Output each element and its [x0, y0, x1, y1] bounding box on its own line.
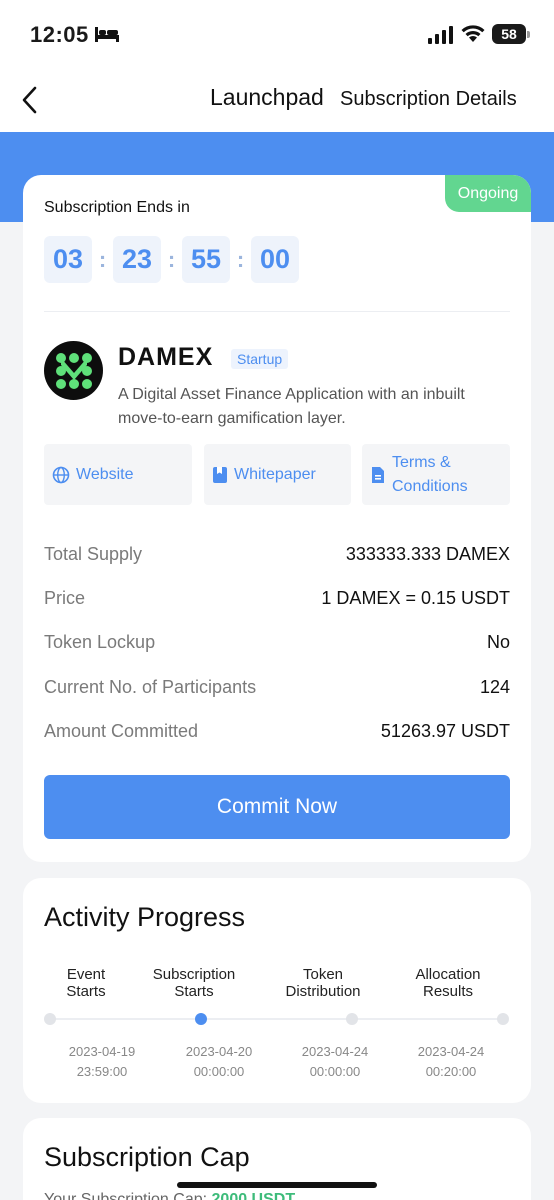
step-time: 00:00:00	[309, 1064, 361, 1079]
whitepaper-button[interactable]: Whitepaper	[204, 444, 351, 505]
countdown-days: 03	[44, 236, 92, 283]
step-datetime: 2023-04-20 00:00:00	[159, 1042, 279, 1082]
detail-value: 1 DAMEX = 0.15 USDT	[321, 588, 510, 608]
detail-value: No	[486, 632, 510, 652]
step-time: 23:59:00	[76, 1064, 128, 1079]
step-event-starts: Event Starts	[26, 966, 146, 1000]
detail-value: 333333.333 DAMEX	[345, 544, 510, 564]
chevron-left-icon	[22, 86, 37, 114]
damex-logo-icon	[55, 352, 92, 389]
countdown-hours: 23	[113, 236, 161, 283]
timeline-dot	[346, 1013, 358, 1025]
subscription-cap-line: Your Subscription Cap: 2000 USDT	[44, 1191, 295, 1200]
cap-label: Your Subscription Cap:	[44, 1191, 208, 1200]
activity-progress-card: Activity Progress Event Starts Subscript…	[23, 878, 531, 1103]
activity-progress-title: Activity Progress	[44, 902, 246, 932]
page-title: Subscription Details	[340, 88, 517, 110]
detail-row-total-supply: Total Supply 333333.333 DAMEX	[44, 544, 510, 565]
step-label-line2: Distribution	[285, 983, 361, 1000]
globe-icon	[52, 466, 70, 483]
subscription-card: Ongoing Subscription Ends in 03 : 23 : 5…	[23, 175, 531, 862]
step-label-line1: Event	[66, 966, 106, 983]
step-time: 00:20:00	[425, 1064, 477, 1079]
countdown-timer: 03 : 23 : 55 : 00	[44, 236, 299, 283]
battery-level-text: 58	[501, 26, 517, 42]
home-indicator[interactable]	[177, 1182, 377, 1188]
terms-button[interactable]: Terms & Conditions	[362, 444, 510, 505]
countdown-separator: :	[236, 246, 245, 272]
countdown-separator: :	[167, 246, 176, 272]
divider	[44, 311, 510, 312]
project-description: A Digital Asset Finance Application with…	[118, 386, 465, 427]
detail-row-participants: Current No. of Participants 124	[44, 677, 510, 698]
website-label: Website	[76, 465, 134, 483]
signal-icon	[428, 26, 453, 44]
detail-row-amount-committed: Amount Committed 51263.97 USDT	[44, 721, 510, 742]
step-label-line1: Token	[302, 966, 344, 983]
status-badge: Ongoing	[445, 175, 531, 212]
countdown-minutes: 55	[182, 236, 230, 283]
document-icon	[372, 466, 384, 483]
detail-row-price: Price 1 DAMEX = 0.15 USDT	[44, 588, 510, 609]
status-bar: 12:05 58	[0, 0, 554, 62]
step-label-line2: Starts	[174, 983, 214, 1000]
detail-label: Current No. of Participants	[44, 677, 257, 697]
nav-bar: Launchpad Subscription Details	[0, 62, 554, 132]
step-date: 2023-04-24	[301, 1044, 369, 1059]
step-date: 2023-04-20	[185, 1044, 253, 1059]
project-name: DAMEX	[118, 343, 214, 371]
step-datetime: 2023-04-24 00:00:00	[275, 1042, 395, 1082]
step-subscription-starts: Subscription Starts	[134, 966, 254, 1000]
countdown-separator: :	[98, 246, 107, 272]
book-icon	[213, 466, 227, 483]
timeline-line	[50, 1018, 504, 1020]
step-time: 00:00:00	[193, 1064, 245, 1079]
status-time: 12:05	[30, 22, 89, 47]
countdown-label: Subscription Ends in	[44, 199, 190, 216]
step-datetime: 2023-04-24 00:20:00	[391, 1042, 511, 1082]
subscription-cap-title: Subscription Cap	[44, 1142, 250, 1172]
project-logo	[44, 341, 103, 400]
wifi-icon	[461, 25, 485, 42]
countdown-seconds: 00	[251, 236, 299, 283]
back-button[interactable]	[12, 82, 48, 118]
detail-label: Amount Committed	[44, 721, 199, 741]
timeline-dot	[44, 1013, 56, 1025]
detail-value: 51263.97 USDT	[380, 721, 510, 741]
step-label-line2: Results	[422, 983, 474, 1000]
step-token-distribution: Token Distribution	[263, 966, 383, 1000]
detail-row-token-lockup: Token Lockup No	[44, 632, 510, 653]
step-label-line2: Starts	[66, 983, 106, 1000]
step-allocation-results: Allocation Results	[388, 966, 508, 1000]
step-date: 2023-04-24	[417, 1044, 485, 1059]
timeline-dot	[497, 1013, 509, 1025]
battery-cap	[527, 31, 530, 38]
startup-badge: Startup	[231, 349, 289, 369]
terms-label: Terms & Conditions	[392, 453, 468, 495]
step-date: 2023-04-19	[68, 1044, 136, 1059]
detail-label: Token Lockup	[44, 632, 156, 652]
detail-label: Total Supply	[44, 544, 143, 564]
battery-indicator: 58	[492, 24, 526, 44]
website-button[interactable]: Website	[44, 444, 192, 505]
bed-icon	[95, 27, 119, 42]
step-label-line1: Subscription	[152, 966, 236, 983]
cap-value: 2000 USDT	[211, 1191, 296, 1200]
timeline-dot-active	[195, 1013, 207, 1025]
commit-now-button[interactable]: Commit Now	[44, 775, 510, 839]
step-label-line1: Allocation	[415, 966, 481, 983]
whitepaper-label: Whitepaper	[234, 465, 316, 483]
detail-label: Price	[44, 588, 86, 608]
nav-launchpad-title: Launchpad	[210, 84, 324, 110]
detail-value: 124	[479, 677, 510, 697]
step-datetime: 2023-04-19 23:59:00	[42, 1042, 162, 1082]
